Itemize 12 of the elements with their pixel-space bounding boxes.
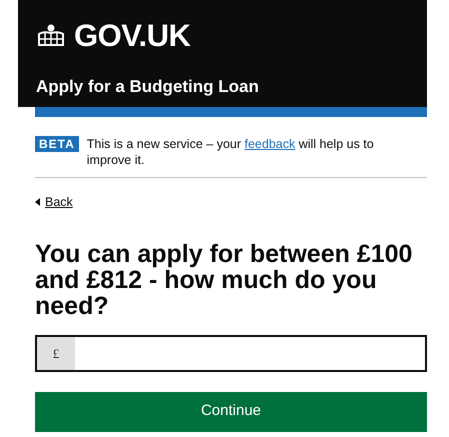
logo-text[interactable]: GOV.UK	[74, 18, 190, 54]
currency-prefix: £	[37, 337, 75, 370]
service-name[interactable]: Apply for a Budgeting Loan	[36, 77, 427, 97]
amount-field[interactable]: £	[35, 335, 427, 372]
crown-icon	[36, 23, 66, 49]
back-arrow-icon	[35, 198, 40, 206]
beta-message: This is a new service – your feedback will help us to improve it.	[86, 136, 375, 168]
phase-tag: BETA	[35, 136, 79, 152]
question-heading: You can apply for between £100 and £812 - how much do you need?	[35, 241, 414, 319]
back-link[interactable]: Back	[35, 195, 73, 209]
feedback-link[interactable]: feedback	[244, 137, 296, 151]
continue-button[interactable]: Continue	[35, 392, 427, 432]
